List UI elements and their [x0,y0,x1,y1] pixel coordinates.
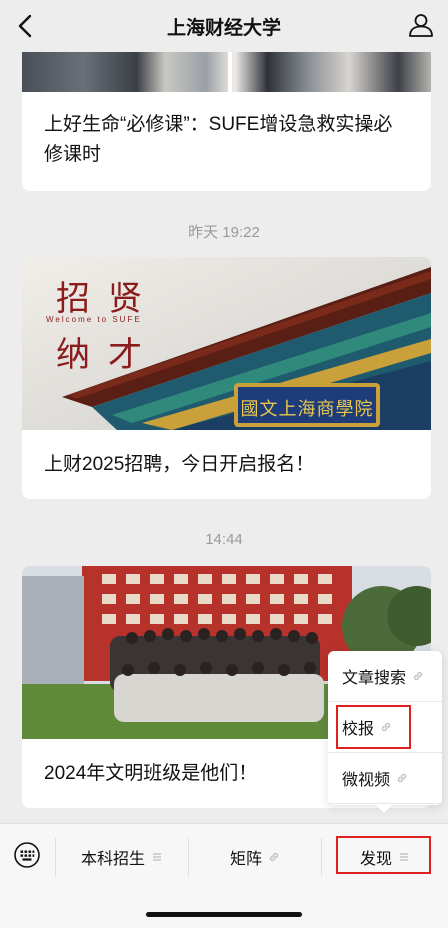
keyboard-icon[interactable] [14,842,40,868]
menu-lines-icon [153,853,161,861]
banner-char: 纳 [56,337,108,374]
menu-label: 矩阵 [229,851,262,868]
recruitment-banner-image: 招贤 Welcome to SUFE 纳才 國文上海商學院 [22,257,431,430]
article-title: 上财2025招聘，今日开启报名！ [44,454,315,475]
banner-char: 贤 [108,281,160,318]
menu-undergrad-admissions[interactable]: 本科招生 [56,824,188,890]
menu-label: 本科招生 [80,851,145,868]
banner-subtitle: Welcome to SUFE [46,315,142,324]
timestamp: 昨天 19:22 [188,224,260,241]
submenu-item-label: 文章搜索 [342,670,407,687]
link-icon [413,671,423,681]
gate-plaque-text: 國文上海商學院 [240,399,374,419]
submenu-item-article-search[interactable]: 文章搜索 [328,651,442,702]
page-title: 上海财经大学 [166,17,281,39]
back-arrow-icon[interactable] [14,12,38,40]
article-card-recruitment[interactable]: 招贤 Welcome to SUFE 纳才 國文上海商學院 上财2025招聘，今… [22,257,431,499]
submenu-item-micro-video[interactable]: 微视频 [328,753,442,804]
home-indicator [146,912,302,917]
link-icon [269,852,279,862]
nav-header: 上海财经大学 [0,0,448,52]
highlight-box-school-paper [336,705,411,749]
menu-matrix[interactable]: 矩阵 [189,824,321,890]
banner-char: 招 [56,281,108,318]
article-image [22,52,431,92]
link-icon [397,773,407,783]
profile-icon[interactable] [408,12,434,38]
banner-char: 才 [108,337,160,374]
article-title: 上好生命“必修课”：SUFE增设急救实操必修课时 [44,114,393,165]
highlight-box-discover [336,836,431,874]
submenu-item-label: 微视频 [342,772,391,789]
timestamp: 14:44 [205,531,243,548]
article-card-first-aid[interactable]: 上好生命“必修课”：SUFE增设急救实操必修课时 [22,52,431,191]
